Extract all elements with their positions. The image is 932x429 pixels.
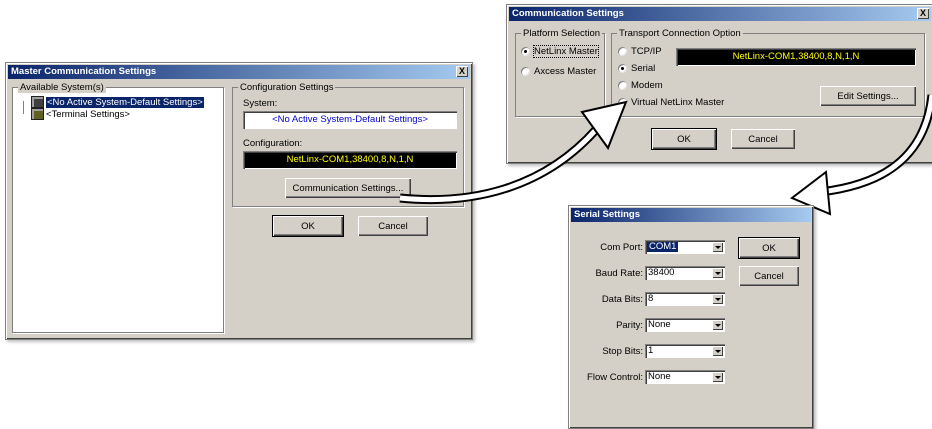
configuration-settings-group: Configuration Settings System: <No Activ… bbox=[232, 82, 464, 207]
system-value: <No Active System-Default Settings> bbox=[272, 114, 428, 125]
dropdown-arrow-icon[interactable] bbox=[712, 346, 723, 356]
terminal-icon bbox=[31, 108, 44, 120]
com-port-value: COM1 bbox=[647, 241, 679, 252]
baud-rate-select[interactable]: 38400 bbox=[645, 266, 725, 280]
flow-control-label: Flow Control: bbox=[587, 372, 643, 383]
close-icon[interactable]: X bbox=[456, 66, 468, 77]
serial-ok-button[interactable]: OK bbox=[738, 237, 800, 259]
serial-settings-dialog: Serial Settings Com Port: COM1 Baud Rate… bbox=[568, 205, 814, 429]
comm-cancel-button[interactable]: Cancel bbox=[731, 129, 795, 149]
radio-button bbox=[618, 81, 627, 90]
master-comm-settings-dialog: Master Communication Settings X Availabl… bbox=[5, 62, 473, 340]
tree-item-default-label: <No Active System-Default Settings> bbox=[46, 96, 204, 108]
master-ok-button[interactable]: OK bbox=[272, 215, 344, 237]
dropdown-arrow-icon[interactable] bbox=[712, 268, 723, 278]
system-folder-icon bbox=[31, 96, 44, 108]
tree-item-terminal-label: <Terminal Settings> bbox=[46, 108, 130, 120]
radio-tcpip[interactable]: TCP/IP bbox=[618, 46, 662, 57]
system-value-field: <No Active System-Default Settings> bbox=[243, 111, 457, 129]
comm-dialog-title: Communication Settings bbox=[512, 8, 624, 19]
radio-modem-label: Modem bbox=[631, 80, 663, 91]
available-systems-group: Available System(s) <No Active System-De… bbox=[12, 82, 224, 333]
platform-selection-group: Platform Selection NetLinx Master Axcess… bbox=[515, 28, 605, 117]
radio-virtual-netlinx-label: Virtual NetLinx Master bbox=[631, 97, 725, 108]
data-bits-select[interactable]: 8 bbox=[645, 292, 725, 306]
data-bits-label: Data Bits: bbox=[601, 294, 643, 305]
serial-cancel-button[interactable]: Cancel bbox=[739, 266, 799, 286]
stop-bits-value: 1 bbox=[648, 345, 654, 356]
tree-item-terminal[interactable]: <Terminal Settings> bbox=[31, 108, 130, 120]
flow-control-value: None bbox=[648, 371, 671, 382]
radio-virtual-netlinx[interactable]: Virtual NetLinx Master bbox=[618, 97, 724, 108]
serial-dialog-title: Serial Settings bbox=[574, 209, 640, 220]
connection-value: NetLinx-COM1,38400,8,N,1,N bbox=[732, 51, 860, 62]
dropdown-arrow-icon[interactable] bbox=[712, 372, 723, 382]
edit-settings-button[interactable]: Edit Settings... bbox=[820, 86, 916, 106]
radio-modem[interactable]: Modem bbox=[618, 80, 663, 91]
master-dialog-titlebar: Master Communication Settings X bbox=[8, 65, 470, 79]
close-icon[interactable]: X bbox=[917, 8, 929, 19]
configuration-value-field: NetLinx-COM1,38400,8,N,1,N bbox=[243, 151, 457, 169]
radio-serial[interactable]: Serial bbox=[618, 63, 655, 74]
stop-bits-select[interactable]: 1 bbox=[645, 344, 725, 358]
com-port-label: Com Port: bbox=[600, 242, 643, 253]
parity-label: Parity: bbox=[616, 320, 643, 331]
configuration-value: NetLinx-COM1,38400,8,N,1,N bbox=[286, 154, 414, 165]
radio-button bbox=[618, 47, 627, 56]
configuration-settings-label: Configuration Settings bbox=[238, 82, 336, 93]
com-port-select[interactable]: COM1 bbox=[645, 240, 725, 254]
radio-button bbox=[521, 67, 530, 76]
transport-connection-group: Transport Connection Option TCP/IP Seria… bbox=[611, 28, 925, 117]
baud-rate-value: 38400 bbox=[648, 267, 675, 278]
radio-tcpip-label: TCP/IP bbox=[631, 46, 662, 57]
available-systems-label: Available System(s) bbox=[18, 82, 106, 93]
stop-bits-label: Stop Bits: bbox=[602, 346, 643, 357]
configuration-label: Configuration: bbox=[243, 138, 303, 149]
transport-connection-label: Transport Connection Option bbox=[617, 28, 743, 39]
comm-dialog-titlebar: Communication Settings X bbox=[509, 7, 931, 21]
radio-axcess-master-label: Axcess Master bbox=[534, 66, 597, 77]
radio-axcess-master[interactable]: Axcess Master bbox=[521, 66, 596, 77]
parity-value: None bbox=[648, 319, 671, 330]
radio-button bbox=[618, 64, 627, 73]
parity-select[interactable]: None bbox=[645, 318, 725, 332]
communication-settings-button[interactable]: Communication Settings... bbox=[285, 178, 411, 198]
data-bits-value: 8 bbox=[648, 293, 654, 304]
tree-item-default[interactable]: <No Active System-Default Settings> bbox=[31, 96, 204, 108]
dropdown-arrow-icon[interactable] bbox=[712, 320, 723, 330]
connection-value-field: NetLinx-COM1,38400,8,N,1,N bbox=[676, 48, 916, 66]
radio-netlinx-master[interactable]: NetLinx Master bbox=[521, 45, 599, 58]
radio-netlinx-master-label: NetLinx Master bbox=[533, 45, 599, 58]
radio-serial-label: Serial bbox=[631, 63, 656, 74]
radio-button bbox=[521, 47, 530, 56]
dropdown-arrow-icon[interactable] bbox=[712, 242, 723, 252]
tree-line bbox=[23, 101, 24, 114]
master-cancel-button[interactable]: Cancel bbox=[358, 216, 428, 236]
system-label: System: bbox=[243, 98, 278, 109]
serial-dialog-titlebar: Serial Settings bbox=[571, 208, 811, 222]
master-dialog-title: Master Communication Settings bbox=[11, 66, 157, 77]
communication-settings-dialog: Communication Settings X Platform Select… bbox=[506, 4, 932, 164]
baud-rate-label: Baud Rate: bbox=[595, 268, 643, 279]
flow-control-select[interactable]: None bbox=[645, 370, 725, 384]
platform-selection-label: Platform Selection bbox=[521, 28, 603, 39]
dropdown-arrow-icon[interactable] bbox=[712, 294, 723, 304]
comm-ok-button[interactable]: OK bbox=[651, 128, 717, 150]
radio-button bbox=[618, 98, 627, 107]
